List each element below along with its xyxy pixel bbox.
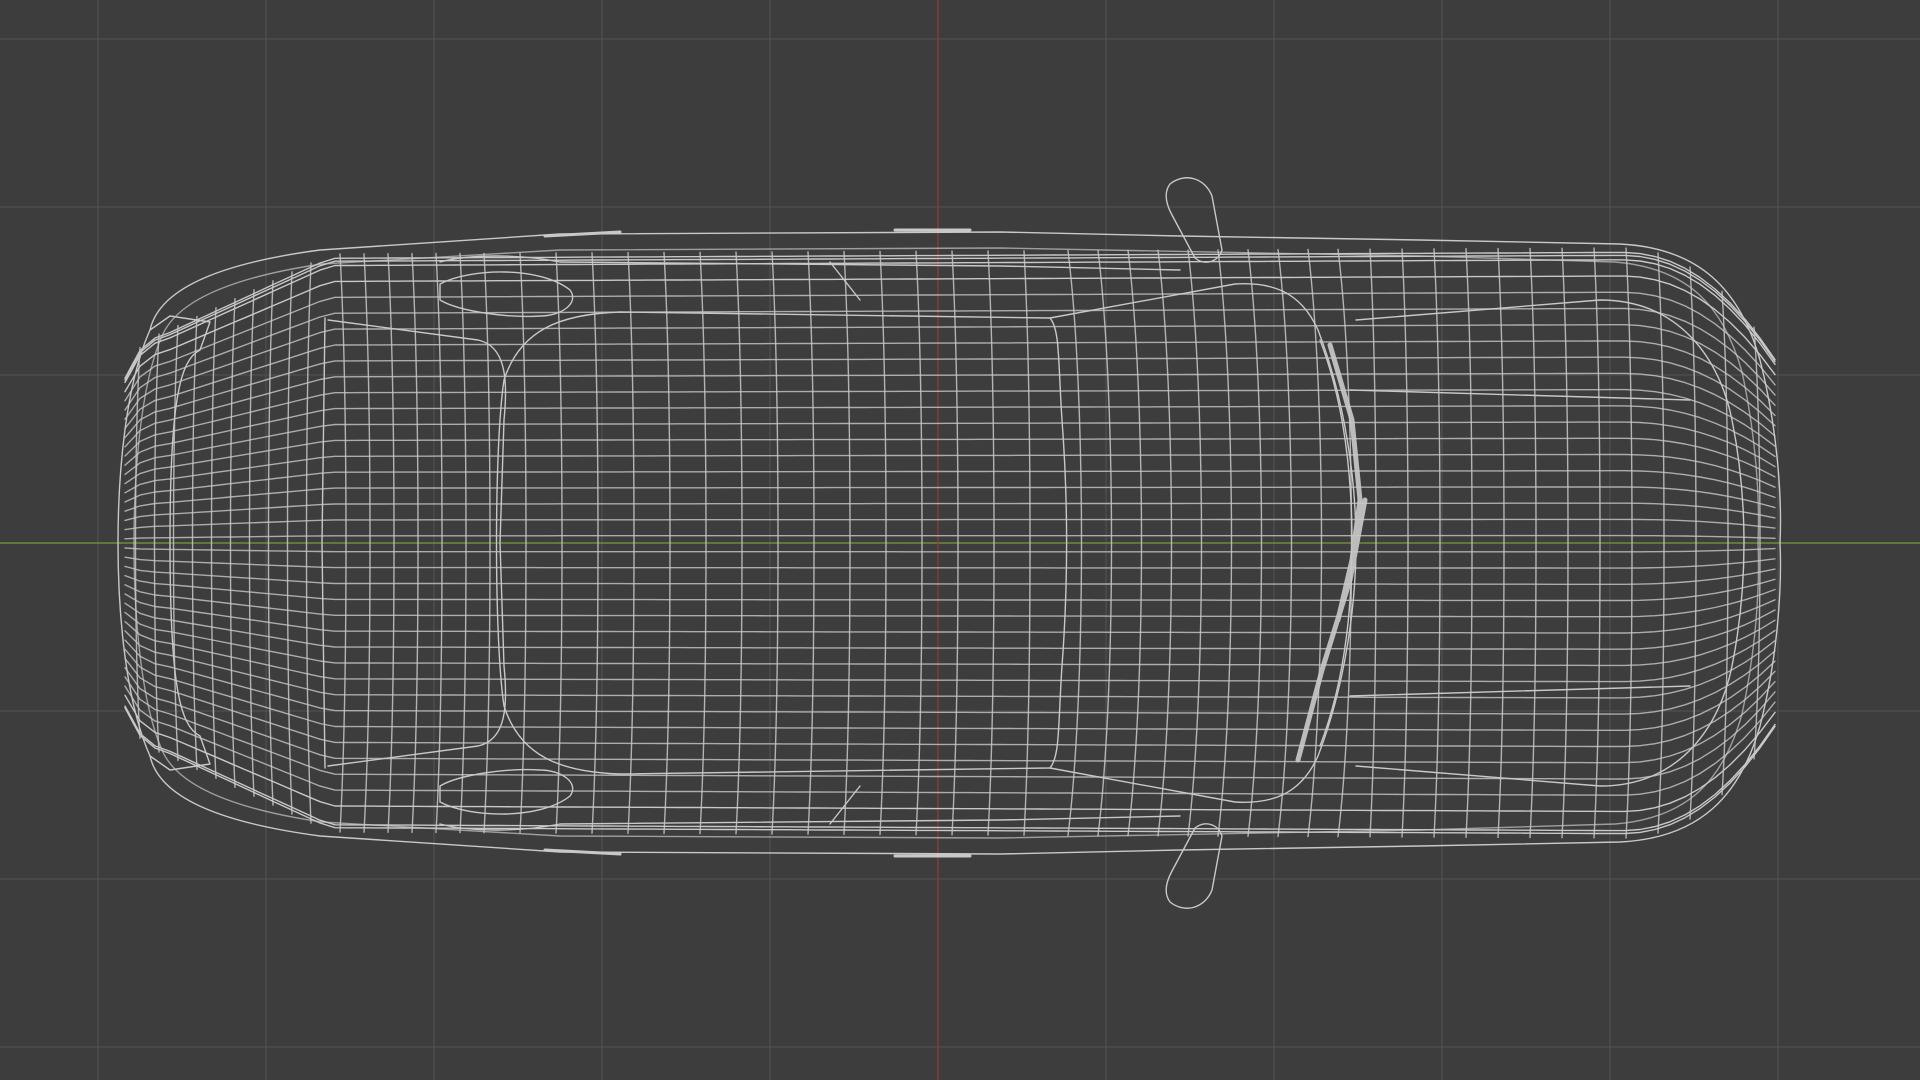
left-mirror xyxy=(1165,177,1223,263)
edge-loop xyxy=(124,502,1776,522)
hood-crease-bottom xyxy=(1349,685,1691,697)
edge-loop xyxy=(124,518,1776,531)
edge-loop xyxy=(124,705,1776,832)
edge-loop xyxy=(124,657,1776,748)
edge-loop xyxy=(124,324,1776,420)
left-rear-wheel-arch xyxy=(439,271,574,318)
3d-viewport[interactable] xyxy=(0,0,1920,1080)
edge-loop xyxy=(124,340,1776,430)
edge-loop xyxy=(124,565,1776,585)
edge-loop xyxy=(124,421,1776,476)
edge-loop xyxy=(124,547,1776,553)
viewport-canvas[interactable] xyxy=(0,0,1920,1080)
edge-loop xyxy=(124,611,1776,667)
right-mirror xyxy=(1165,823,1223,909)
edge-loop xyxy=(124,602,1776,650)
edge-loop xyxy=(124,534,1776,540)
hood-crease-top xyxy=(1349,389,1691,401)
edge-loop xyxy=(124,639,1776,715)
edge-loop xyxy=(124,574,1776,602)
edge-loop xyxy=(124,648,1776,731)
edge-loop xyxy=(124,486,1776,512)
edge-loop xyxy=(124,372,1776,448)
edge-loop xyxy=(124,437,1776,485)
edge-loop xyxy=(124,556,1776,569)
edge-loop xyxy=(124,356,1776,439)
